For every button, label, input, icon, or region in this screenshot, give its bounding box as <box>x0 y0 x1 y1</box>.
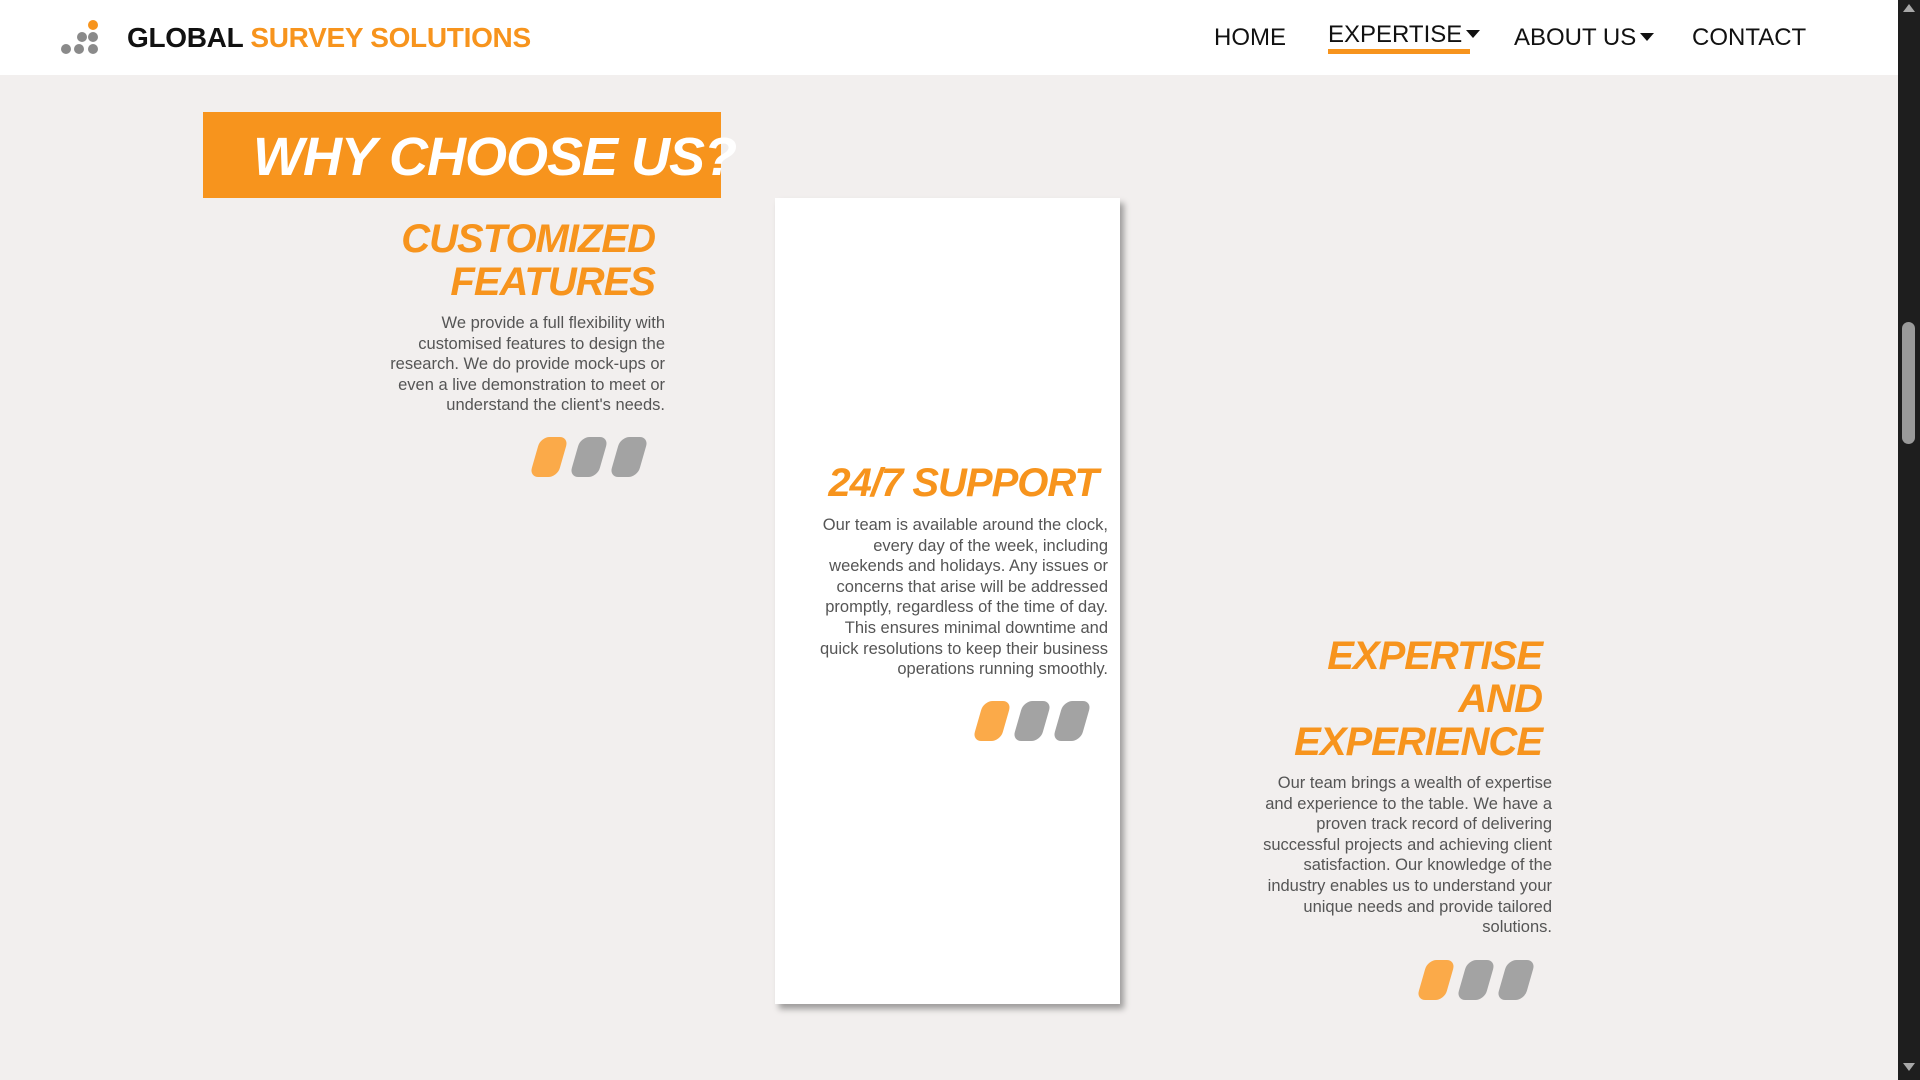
feature-desc-line: Our team brings a wealth of expertise <box>1277 774 1552 792</box>
feature-desc-customized: We provide a full flexibility with custo… <box>390 313 665 416</box>
nav-contact-label: CONTACT <box>1692 24 1807 51</box>
nav-home[interactable]: HOME <box>1214 24 1286 52</box>
slash-gray <box>1456 960 1496 1000</box>
scroll-up-arrow-icon[interactable] <box>1903 4 1915 12</box>
feature-desc-line: concerns that arise will be addressed <box>836 577 1108 596</box>
feature-title-line: AND <box>1458 677 1543 721</box>
slash-gray <box>1496 960 1536 1000</box>
feature-desc-expertise: Our team brings a wealth of expertise an… <box>1263 773 1552 938</box>
feature-desc-line: understand the client's needs. <box>446 396 665 415</box>
site-header: GLOBAL SURVEY SOLUTIONS HOME EXPERTISE A… <box>0 0 1898 75</box>
slash-gray <box>609 437 649 477</box>
brand-name-part1: GLOBAL <box>127 22 243 53</box>
feature-desc-line: unique needs and provide tailored <box>1303 897 1552 916</box>
feature-desc-line: operations running smoothly. <box>897 660 1108 679</box>
section-title: WHY CHOOSE US? <box>253 127 737 187</box>
nav-expertise[interactable]: EXPERTISE <box>1328 21 1481 49</box>
feature-title-line: EXPERTISE <box>1327 634 1543 678</box>
feature-title-customized: CUSTOMIZED FEATURES <box>401 217 656 304</box>
section-title-banner: WHY CHOOSE US? <box>203 112 737 198</box>
feature-desc-line: proven track record of delivering <box>1316 815 1552 834</box>
feature-title-support: 24/7 SUPPORT <box>828 461 1099 505</box>
slash-decoration <box>1416 960 1547 1000</box>
scrollbar-thumb[interactable] <box>1902 322 1915 444</box>
feature-desc-line: promptly, regardless of the time of day. <box>825 598 1108 617</box>
slash-decoration <box>972 701 1103 741</box>
chevron-down-icon <box>1640 33 1655 42</box>
brand-name[interactable]: GLOBAL SURVEY SOLUTIONS <box>127 22 531 54</box>
nav-contact[interactable]: CONTACT <box>1692 24 1806 52</box>
feature-desc-line: This ensures minimal downtime and <box>844 618 1108 637</box>
nav-active-indicator <box>1328 49 1470 54</box>
nav-home-label: HOME <box>1214 24 1286 51</box>
feature-desc-support: Our team is available around the clock, … <box>820 515 1108 680</box>
chevron-down-icon <box>1466 30 1481 39</box>
page-scrollbar[interactable] <box>1898 0 1920 1080</box>
feature-desc-line: Our team is available around the clock, <box>822 516 1108 534</box>
slash-orange <box>529 437 569 477</box>
feature-title-line: 24/7 SUPPORT <box>828 461 1099 505</box>
nav-about-label: ABOUT US <box>1514 24 1637 51</box>
slash-orange <box>1416 960 1456 1000</box>
feature-desc-line: customised features to design the <box>418 334 665 353</box>
feature-title-expertise: EXPERTISE AND EXPERIENCE <box>1294 634 1543 764</box>
nav-expertise-label: EXPERTISE <box>1328 21 1463 48</box>
feature-desc-line: even a live demonstration to meet or <box>398 375 665 394</box>
slash-gray <box>569 437 609 477</box>
logo-icon[interactable] <box>58 18 102 56</box>
nav-about-us[interactable]: ABOUT US <box>1514 24 1655 52</box>
slash-decoration <box>529 437 660 477</box>
feature-title-line: EXPERIENCE <box>1294 720 1543 764</box>
feature-desc-line: We provide a full flexibility with <box>441 314 665 332</box>
feature-desc-line: research. We do provide mock-ups or <box>390 355 665 374</box>
feature-title-line: CUSTOMIZED <box>401 217 656 261</box>
scroll-down-arrow-icon[interactable] <box>1903 1063 1915 1071</box>
slash-gray <box>1012 701 1052 741</box>
feature-desc-line: weekends and holidays. Any issues or <box>829 557 1108 576</box>
brand-name-part2: SURVEY SOLUTIONS <box>250 22 531 53</box>
slash-gray <box>1052 701 1092 741</box>
feature-desc-line: successful projects and achieving client <box>1263 835 1552 854</box>
feature-desc-line: quick resolutions to keep their business <box>820 639 1108 658</box>
feature-desc-line: and experience to the table. We have a <box>1265 794 1552 813</box>
feature-title-line: FEATURES <box>450 260 656 304</box>
feature-desc-line: solutions. <box>1482 918 1552 937</box>
feature-desc-line: satisfaction. Our knowledge of the <box>1303 856 1552 875</box>
feature-desc-line: industry enables us to understand your <box>1267 876 1552 895</box>
slash-orange <box>972 701 1012 741</box>
feature-desc-line: every day of the week, including <box>873 536 1108 555</box>
